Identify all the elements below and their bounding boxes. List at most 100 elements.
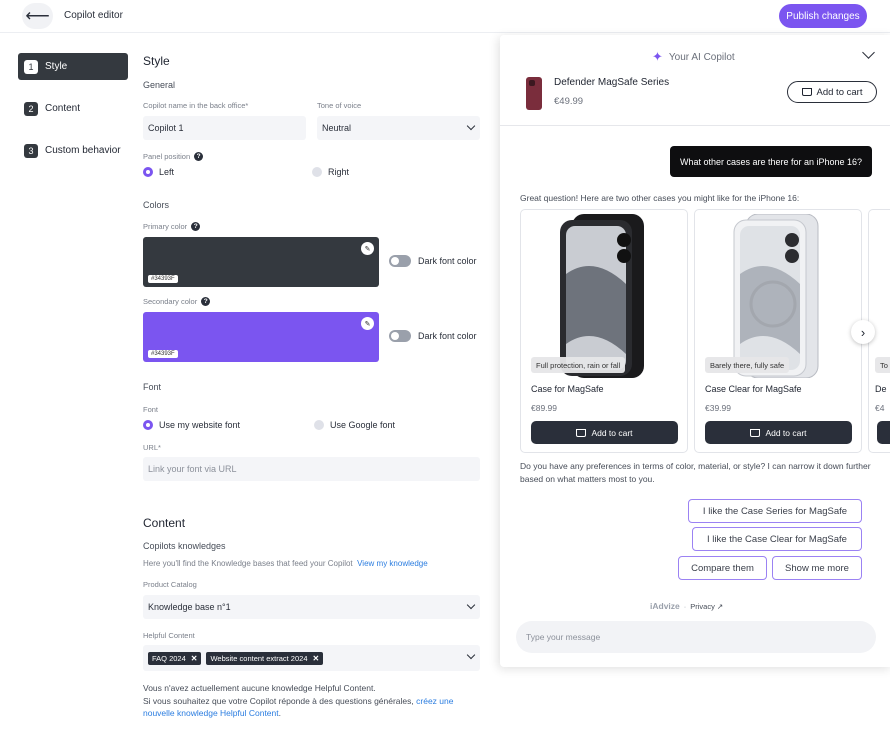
product-image <box>560 214 644 378</box>
font-label: Font <box>143 405 159 414</box>
helpful-content-select[interactable]: FAQ 2024 ✕ Website content extract 2024 ✕ <box>143 645 480 671</box>
message-input[interactable]: Type your message <box>516 621 876 653</box>
product-image <box>733 214 819 378</box>
card-add-to-cart-button[interactable] <box>877 421 890 444</box>
header-add-to-cart-button[interactable]: Add to cart <box>787 81 877 103</box>
copilot-name-label: Copilot name in the back office* <box>143 101 249 110</box>
font-url-placeholder: Link your font via URL <box>148 464 237 474</box>
card-add-to-cart-button[interactable]: Add to cart <box>705 421 852 444</box>
font-google-radio[interactable]: Use Google font <box>314 420 395 430</box>
secondary-hex: #34393F <box>148 350 178 358</box>
brand-logo: iAdvize <box>650 601 680 611</box>
add-to-cart-label: Add to cart <box>816 86 863 98</box>
card-price: €4 <box>875 403 885 413</box>
tag-label: Website content extract 2024 <box>210 653 308 663</box>
card-price: €89.99 <box>531 403 557 413</box>
step-content[interactable]: 2 Content <box>18 95 128 122</box>
card-add-to-cart-button[interactable]: Add to cart <box>531 421 678 444</box>
close-icon[interactable]: ✕ <box>313 654 320 663</box>
cart-icon <box>576 428 587 437</box>
step-number: 3 <box>24 143 38 158</box>
card-price: €39.99 <box>705 403 731 413</box>
primary-color-swatch[interactable]: ✎ #34393F <box>143 237 379 287</box>
suggestion-chip[interactable]: I like the Case Clear for MagSafe <box>692 527 862 551</box>
font-url-input[interactable]: Link your font via URL <box>143 457 480 481</box>
note-line-1: Vous n'avez actuellement aucune knowledg… <box>143 683 376 693</box>
step-custom-behavior[interactable]: 3 Custom behavior <box>18 137 128 164</box>
panel-header: ✦ Your AI Copilot Defender MagSafe Series… <box>500 35 890 126</box>
knowledges-heading: Copilots knowledges <box>143 541 226 551</box>
product-card[interactable]: Full protection, rain or fall Case for M… <box>520 209 688 453</box>
carousel-next-button[interactable]: › <box>851 320 875 344</box>
privacy-link[interactable]: Privacy ↗ <box>690 602 723 611</box>
tone-select[interactable]: Neutral <box>317 116 480 140</box>
eyedropper-icon[interactable]: ✎ <box>361 317 374 330</box>
card-cart-label: Add to cart <box>765 427 807 438</box>
toggle-switch[interactable] <box>389 330 411 342</box>
cart-icon <box>801 88 812 96</box>
arrow-left-icon: ⟵ <box>25 6 50 25</box>
primary-color-label: Primary color <box>143 222 188 231</box>
back-button[interactable]: ⟵ <box>22 3 53 29</box>
powered-by: iAdvize · Privacy ↗ <box>650 601 723 611</box>
editor-title: Copilot editor <box>64 10 123 21</box>
card-name: Case Clear for MagSafe <box>705 384 802 394</box>
product-catalog-select[interactable]: Knowledge base n°1 <box>143 595 480 619</box>
knowledge-desc: Here you'll find the Knowledge bases tha… <box>143 559 353 568</box>
position-left-radio[interactable]: Left <box>143 167 174 177</box>
top-bar: ⟵ Copilot editor Publish changes <box>0 0 890 33</box>
card-badge: To <box>875 357 890 373</box>
knowledge-desc-row: Here you'll find the Knowledge bases tha… <box>143 559 428 568</box>
radio-unselected-icon <box>314 420 324 430</box>
secondary-color-label: Secondary color <box>143 297 198 306</box>
chevron-down-icon[interactable] <box>862 46 875 59</box>
secondary-color-swatch[interactable]: ✎ #34393F <box>143 312 379 362</box>
product-price: €49.99 <box>554 96 584 107</box>
helpful-tag[interactable]: Website content extract 2024 ✕ <box>206 651 324 665</box>
note-end: . <box>278 708 281 718</box>
position-right-radio[interactable]: Right <box>312 167 349 177</box>
helpful-tag[interactable]: FAQ 2024 ✕ <box>148 651 202 665</box>
radio-unselected-icon <box>312 167 322 177</box>
product-card[interactable]: Barely there, fully safe Case Clear for … <box>694 209 862 453</box>
radio-label: Right <box>328 167 350 177</box>
panel-position-label-row: Panel position? <box>143 152 204 161</box>
secondary-color-label-row: Secondary color? <box>143 297 211 306</box>
radio-label: Use my website font <box>159 420 241 430</box>
view-knowledge-link[interactable]: View my knowledge <box>357 559 428 568</box>
chevron-down-icon <box>466 121 476 131</box>
help-icon[interactable]: ? <box>191 222 201 231</box>
card-badge: Barely there, fully safe <box>705 357 790 373</box>
product-catalog-value: Knowledge base n°1 <box>148 602 231 612</box>
step-label: Custom behavior <box>45 145 121 156</box>
eyedropper-icon[interactable]: ✎ <box>361 242 374 255</box>
colors-heading: Colors <box>143 200 170 210</box>
chevron-right-icon: › <box>860 324 866 340</box>
secondary-dark-font-toggle[interactable]: Dark font color <box>389 330 477 342</box>
card-badge: Full protection, rain or fall <box>531 357 626 373</box>
step-number: 2 <box>24 101 38 116</box>
message-placeholder: Type your message <box>526 632 601 642</box>
chevron-down-icon <box>466 650 476 660</box>
suggestion-chip[interactable]: Compare them <box>678 556 767 580</box>
help-icon[interactable]: ? <box>201 297 211 306</box>
step-number: 1 <box>24 59 38 74</box>
publish-changes-button[interactable]: Publish changes <box>779 4 867 28</box>
font-website-radio[interactable]: Use my website font <box>143 420 240 430</box>
bot-intro-message: Great question! Here are two other cases… <box>520 193 800 203</box>
toggle-switch[interactable] <box>389 255 411 267</box>
step-style[interactable]: 1 Style <box>18 53 128 80</box>
product-name: Defender MagSafe Series <box>554 77 670 88</box>
suggestion-chip[interactable]: I like the Case Series for MagSafe <box>688 499 862 523</box>
product-catalog-label: Product Catalog <box>143 580 197 589</box>
copilot-name-input[interactable]: Copilot 1 <box>143 116 306 140</box>
help-icon[interactable]: ? <box>194 152 204 161</box>
user-message: What other cases are there for an iPhone… <box>670 146 872 177</box>
close-icon[interactable]: ✕ <box>191 654 198 663</box>
general-heading: General <box>143 80 176 90</box>
helpful-content-note: Vous n'avez actuellement aucune knowledg… <box>143 682 483 720</box>
copilot-preview-panel: ✦ Your AI Copilot Defender MagSafe Series… <box>500 35 890 667</box>
suggestion-chip[interactable]: Show me more <box>772 556 862 580</box>
primary-dark-font-toggle[interactable]: Dark font color <box>389 255 477 267</box>
card-cart-label: Add to cart <box>591 427 633 438</box>
